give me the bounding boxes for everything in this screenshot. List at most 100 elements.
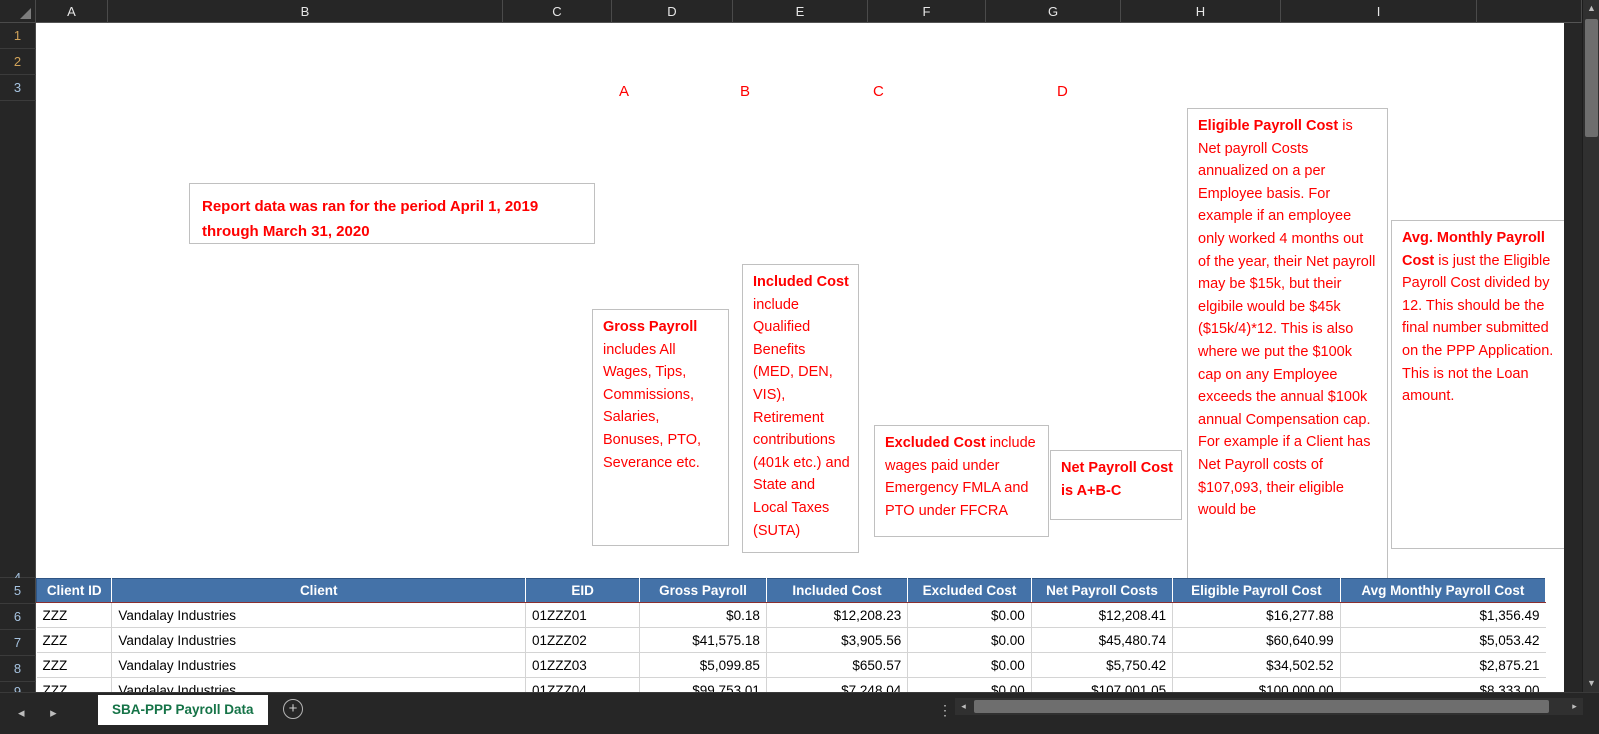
cell-avg-monthly[interactable]: $2,875.21 xyxy=(1339,652,1546,678)
cell-gross-payroll[interactable]: $5,099.85 xyxy=(639,652,767,678)
scroll-up-arrow-icon[interactable]: ▲ xyxy=(1583,0,1599,17)
cell-client-id[interactable]: ZZZ xyxy=(36,677,112,692)
col-header-excluded-cost[interactable]: Excluded Cost xyxy=(907,578,1032,603)
cell-eligible[interactable]: $16,277.88 xyxy=(1172,602,1341,628)
col-header-client[interactable]: Client xyxy=(111,578,527,603)
sheet-tab-sba-ppp-payroll-data[interactable]: SBA-PPP Payroll Data xyxy=(98,695,268,725)
cell-avg-monthly[interactable]: $1,356.49 xyxy=(1339,602,1546,628)
col-header-net-payroll[interactable]: Net Payroll Costs xyxy=(1030,578,1174,603)
select-all-corner[interactable] xyxy=(0,0,36,23)
column-header-b[interactable]: B xyxy=(108,0,503,23)
cell-client[interactable]: Vandalay Industries xyxy=(111,652,526,678)
col-header-gross-payroll[interactable]: Gross Payroll xyxy=(639,578,767,603)
cell-net-payroll[interactable]: $5,750.42 xyxy=(1030,652,1173,678)
table-row[interactable]: ZZZ Vandalay Industries 01ZZZ02 $41,575.… xyxy=(36,627,1546,653)
scroll-right-arrow-icon[interactable]: ▸ xyxy=(1566,698,1583,715)
table-header-row: Client ID Client EID Gross Payroll Inclu… xyxy=(36,578,1547,603)
col-header-avg-monthly[interactable]: Avg Monthly Payroll Cost xyxy=(1339,578,1547,603)
marker-letter-b: B xyxy=(740,83,751,100)
cell-eligible[interactable]: $34,502.52 xyxy=(1172,652,1341,678)
cell-eligible[interactable]: $100,000.00 xyxy=(1172,677,1341,692)
column-header-i[interactable]: I xyxy=(1281,0,1477,23)
callout-net-payroll-cost-title: Net Payroll Cost is A+B-C xyxy=(1061,460,1173,499)
horizontal-scrollbar[interactable]: ◂ ▸ xyxy=(955,698,1583,715)
cell-excluded-cost[interactable]: $0.00 xyxy=(907,677,1032,692)
cell-avg-monthly[interactable]: $5,053.42 xyxy=(1339,627,1546,653)
callout-report-period[interactable]: Report data was ran for the period April… xyxy=(189,183,595,244)
cell-net-payroll[interactable]: $107,001.05 xyxy=(1030,677,1173,692)
scrollbar-resize-handle-icon[interactable]: ⋮ xyxy=(938,702,953,719)
vertical-scrollbar[interactable]: ▲ ▼ xyxy=(1582,0,1599,692)
callout-included-cost-title: Included Cost xyxy=(753,274,849,290)
cell-eid[interactable]: 01ZZZ02 xyxy=(525,627,640,653)
cell-excluded-cost[interactable]: $0.00 xyxy=(907,602,1032,628)
prev-sheet-arrow-icon[interactable]: ◂ xyxy=(18,705,25,720)
scroll-left-arrow-icon[interactable]: ◂ xyxy=(955,698,972,715)
cell-client[interactable]: Vandalay Industries xyxy=(111,677,526,692)
cell-eid[interactable]: 01ZZZ03 xyxy=(525,652,640,678)
row-header-5[interactable]: 5 xyxy=(0,578,36,604)
callout-included-cost-body: include Qualified Benefits (MED, DEN, VI… xyxy=(753,296,850,539)
column-header-d[interactable]: D xyxy=(612,0,733,23)
col-header-eid[interactable]: EID xyxy=(525,578,641,603)
table-row[interactable]: ZZZ Vandalay Industries 01ZZZ03 $5,099.8… xyxy=(36,652,1546,678)
sheet-tab-bar: ◂ ▸ SBA-PPP Payroll Data + ⋮ ◂ ▸ xyxy=(0,692,1599,734)
cell-gross-payroll[interactable]: $99,753.01 xyxy=(639,677,767,692)
column-header-c[interactable]: C xyxy=(503,0,612,23)
callout-gross-payroll[interactable]: Gross Payroll includes All Wages, Tips, … xyxy=(592,309,729,546)
cell-eligible[interactable]: $60,640.99 xyxy=(1172,627,1341,653)
row-header-6[interactable]: 6 xyxy=(0,604,36,630)
cell-net-payroll[interactable]: $45,480.74 xyxy=(1030,627,1173,653)
cell-client-id[interactable]: ZZZ xyxy=(36,627,112,653)
next-sheet-arrow-icon[interactable]: ▸ xyxy=(50,705,57,720)
select-all-triangle-icon xyxy=(20,8,31,19)
row-header-2[interactable]: 2 xyxy=(0,49,36,75)
table-row[interactable]: ZZZ Vandalay Industries 01ZZZ04 $99,753.… xyxy=(36,677,1546,692)
callout-avg-monthly-payroll-cost[interactable]: Avg. Monthly Payroll Cost is just the El… xyxy=(1391,220,1564,549)
payroll-table-wrap: Client ID Client EID Gross Payroll Inclu… xyxy=(36,578,1547,692)
vertical-scroll-thumb[interactable] xyxy=(1585,19,1598,137)
cell-avg-monthly[interactable]: $8,333.00 xyxy=(1339,677,1546,692)
callout-eligible-payroll-cost-title: Eligible Payroll Cost xyxy=(1198,118,1339,134)
cell-net-payroll[interactable]: $12,208.41 xyxy=(1030,602,1173,628)
column-header-e[interactable]: E xyxy=(733,0,868,23)
cell-included-cost[interactable]: $7,248.04 xyxy=(765,677,908,692)
cell-included-cost[interactable]: $650.57 xyxy=(765,652,908,678)
column-header-a[interactable]: A xyxy=(36,0,108,23)
column-header-h[interactable]: H xyxy=(1121,0,1281,23)
cell-client-id[interactable]: ZZZ xyxy=(36,652,112,678)
column-header-overflow xyxy=(1477,0,1582,23)
cell-included-cost[interactable]: $12,208.23 xyxy=(765,602,908,628)
marker-letter-c: C xyxy=(873,83,884,100)
cell-client-id[interactable]: ZZZ xyxy=(36,602,112,628)
cell-gross-payroll[interactable]: $41,575.18 xyxy=(639,627,767,653)
cell-gross-payroll[interactable]: $0.18 xyxy=(639,602,767,628)
horizontal-scroll-thumb[interactable] xyxy=(974,700,1549,713)
callout-net-payroll-cost[interactable]: Net Payroll Cost is A+B-C xyxy=(1050,450,1182,520)
column-header-g[interactable]: G xyxy=(986,0,1121,23)
cell-excluded-cost[interactable]: $0.00 xyxy=(907,627,1032,653)
row-header-1[interactable]: 1 xyxy=(0,23,36,49)
callout-report-period-text: Report data was ran for the period April… xyxy=(202,198,539,240)
col-header-client-id[interactable]: Client ID xyxy=(36,578,113,603)
cell-eid[interactable]: 01ZZZ01 xyxy=(525,602,640,628)
callout-eligible-payroll-cost[interactable]: Eligible Payroll Cost is Net payroll Cos… xyxy=(1187,108,1388,592)
row-header-8[interactable]: 8 xyxy=(0,656,36,682)
callout-excluded-cost[interactable]: Excluded Cost include wages paid under E… xyxy=(874,425,1049,537)
row-header-4[interactable]: 4 xyxy=(0,101,36,585)
col-header-eligible[interactable]: Eligible Payroll Cost xyxy=(1172,578,1341,603)
cell-client[interactable]: Vandalay Industries xyxy=(111,627,526,653)
add-sheet-plus-icon[interactable]: + xyxy=(283,699,303,719)
callout-included-cost[interactable]: Included Cost include Qualified Benefits… xyxy=(742,264,859,553)
row-header-7[interactable]: 7 xyxy=(0,630,36,656)
cell-client[interactable]: Vandalay Industries xyxy=(111,602,526,628)
cell-excluded-cost[interactable]: $0.00 xyxy=(907,652,1032,678)
scroll-down-arrow-icon[interactable]: ▼ xyxy=(1583,675,1599,692)
sheet-grid[interactable]: A B C D Report data was ran for the peri… xyxy=(36,23,1564,692)
row-header-3[interactable]: 3 xyxy=(0,75,36,101)
cell-included-cost[interactable]: $3,905.56 xyxy=(765,627,908,653)
column-header-f[interactable]: F xyxy=(868,0,986,23)
col-header-included-cost[interactable]: Included Cost xyxy=(765,578,909,603)
cell-eid[interactable]: 01ZZZ04 xyxy=(525,677,640,692)
table-row[interactable]: ZZZ Vandalay Industries 01ZZZ01 $0.18 $1… xyxy=(36,602,1546,628)
